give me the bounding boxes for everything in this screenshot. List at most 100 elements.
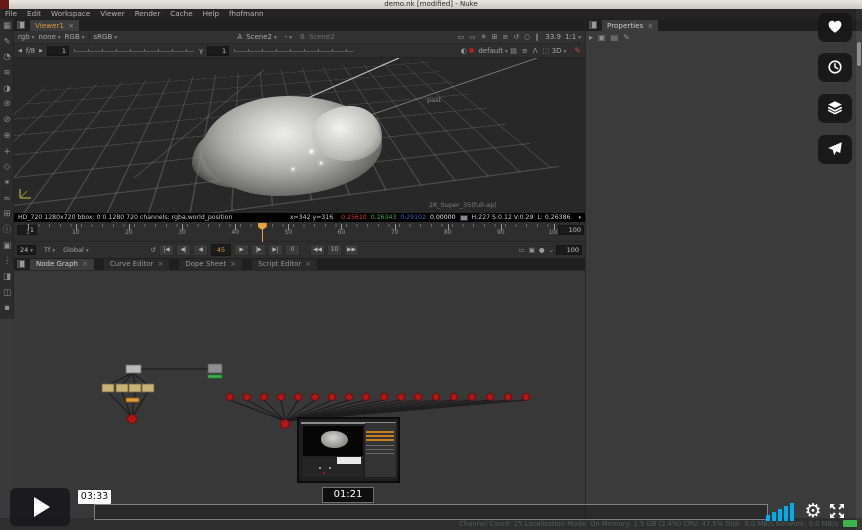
viewer-top-icon-7[interactable]: ‖ — [533, 33, 542, 41]
colorspace-select[interactable]: sRGB — [94, 33, 118, 41]
draw-icon[interactable]: ✎ — [0, 35, 14, 51]
tab-viewer1[interactable]: Viewer1× — [30, 20, 79, 31]
transport-right-icon-1[interactable]: ▣ — [529, 246, 535, 254]
tab-close-icon[interactable]: × — [305, 260, 311, 268]
transport-right-icon-3[interactable]: ⌄ — [549, 246, 554, 254]
panel-menu-icon[interactable] — [17, 21, 25, 29]
gamma-slider[interactable] — [234, 49, 354, 52]
color-icon[interactable]: ◑ — [0, 82, 14, 98]
viewer-gain-icon-0[interactable]: ▤ — [508, 47, 520, 55]
fps-select[interactable]: 24 — [17, 245, 36, 255]
wipe-select[interactable]: - — [285, 33, 292, 41]
menu-help[interactable]: Help — [198, 9, 224, 19]
tab-node-graph[interactable]: Node Graph× — [30, 259, 94, 270]
menu-render[interactable]: Render — [130, 9, 166, 19]
gear-icon[interactable]: ⚙ — [802, 500, 824, 522]
menu-file[interactable]: File — [0, 9, 22, 19]
viewer-gain-icon-1[interactable]: ≡ — [519, 47, 530, 55]
transport-back-0[interactable]: |◀ — [159, 244, 174, 256]
like-button[interactable] — [818, 13, 852, 42]
transport-right-icon-0[interactable]: ▭ — [519, 246, 525, 254]
merge-icon[interactable]: ⊕ — [0, 129, 14, 145]
transform-icon[interactable]: + — [0, 145, 14, 161]
input-a-select[interactable]: Scene2 — [246, 33, 277, 41]
tab-close-icon[interactable]: × — [157, 260, 163, 268]
frame-increment-field[interactable]: 0 — [285, 244, 300, 256]
gain-field[interactable]: 1 — [47, 46, 69, 56]
range-mode-select[interactable]: Global — [63, 246, 89, 254]
tab-close-icon[interactable]: × — [647, 21, 653, 30]
volume-control[interactable] — [766, 502, 798, 521]
page-scrollbar-track[interactable] — [856, 0, 862, 530]
playhead-marker[interactable] — [258, 223, 267, 230]
stereo-icon[interactable]: ◫ — [0, 286, 14, 302]
transport-fwd-0[interactable]: ▶ — [234, 244, 249, 256]
time-icon[interactable]: ◔ — [0, 50, 14, 66]
viewer-top-icon-2[interactable]: ✳ — [478, 33, 489, 41]
skip-back-button[interactable]: ◀◀ — [310, 244, 325, 256]
transport-fwd-2[interactable]: ▶| — [268, 244, 283, 256]
fullscreen-icon[interactable] — [828, 502, 846, 520]
menu-edit[interactable]: Edit — [22, 9, 46, 19]
viewer-top-icon-3[interactable]: ⊞ — [489, 33, 500, 41]
tab-properties[interactable]: Properties× — [602, 20, 658, 31]
viewer-top-icon-6[interactable]: ○ — [522, 33, 533, 41]
viewer-top-icon-1[interactable]: ▭ — [467, 33, 479, 41]
menu-cache[interactable]: Cache — [165, 9, 197, 19]
other-icon[interactable]: ⋮ — [0, 254, 14, 270]
input-b-select[interactable]: Scene2 — [309, 33, 335, 41]
skip-forward-button[interactable]: ▶▶ — [344, 244, 359, 256]
viewer-top-icon-4[interactable]: ≡ — [500, 33, 511, 41]
metadata-icon[interactable]: ⓘ — [0, 223, 14, 239]
transport-right-icon-2[interactable]: ● — [539, 246, 545, 254]
roi-pencil-icon[interactable]: ✎ — [574, 46, 581, 55]
properties-icon-3[interactable]: ✎ — [623, 33, 630, 42]
image-icon[interactable]: ▦ — [0, 19, 14, 35]
transport-fwd-1[interactable]: |▶ — [251, 244, 266, 256]
add-to-collections-button[interactable] — [818, 94, 852, 123]
scale-select[interactable]: 1:1 — [565, 33, 581, 41]
menu-fhofmann[interactable]: fhofmann — [224, 9, 269, 19]
seek-bar[interactable] — [94, 504, 768, 520]
filter-icon[interactable]: ⊛ — [0, 97, 14, 113]
pause-indicator-icon[interactable] — [469, 48, 474, 53]
tf-select[interactable]: Tf — [44, 246, 55, 254]
tab-dope-sheet[interactable]: Dope Sheet× — [179, 259, 242, 270]
transport-back-2[interactable]: ◀ — [193, 244, 208, 256]
menu-viewer[interactable]: Viewer — [95, 9, 129, 19]
tab-script-editor[interactable]: Script Editor× — [252, 259, 317, 270]
next-aperture-icon[interactable]: ▶ — [39, 48, 43, 54]
tab-close-icon[interactable]: × — [230, 260, 236, 268]
properties-icon-1[interactable]: ▣ — [598, 33, 606, 42]
deep-icon[interactable]: ≈ — [0, 192, 14, 208]
panel-menu-icon[interactable] — [17, 260, 25, 268]
viewer-gain-icon-2[interactable]: Λ — [530, 47, 540, 55]
share-button[interactable] — [818, 135, 852, 164]
page-scrollbar-handle[interactable] — [857, 42, 861, 66]
particles-icon[interactable]: ✶ — [0, 176, 14, 192]
prev-aperture-icon[interactable]: ◀ — [18, 48, 22, 54]
gain-slider[interactable] — [74, 49, 194, 52]
current-frame-field[interactable]: 45 — [211, 244, 231, 256]
display-channels-select[interactable]: RGB — [65, 33, 85, 41]
tab-curve-editor[interactable]: Curve Editor× — [104, 259, 169, 270]
gamma-field[interactable]: 1 — [207, 46, 229, 56]
skip-value-field[interactable]: 10 — [327, 244, 342, 256]
frame-ruler[interactable]: 1102030405060708090100 — [28, 224, 554, 240]
views-icon[interactable]: ⊞ — [0, 207, 14, 223]
loop-mode-icon[interactable]: ↺ — [151, 246, 156, 254]
properties-icon-2[interactable]: ▤ — [611, 33, 619, 42]
view-mode-select[interactable]: 3D — [552, 47, 567, 55]
keyer-icon[interactable]: ⊘ — [0, 113, 14, 129]
alpha-select[interactable]: none — [38, 33, 60, 41]
plugins-icon[interactable]: ▪ — [0, 301, 14, 317]
viewer-gain-icon-3[interactable]: ⬚ — [540, 47, 552, 55]
tab-close-icon[interactable]: × — [82, 260, 88, 268]
toolsets-icon[interactable]: ▣ — [0, 239, 14, 255]
range-out-field[interactable]: 100 — [558, 225, 584, 235]
viewer-3d-viewport[interactable]: past 2K_Super_35(full-ap) — [14, 58, 585, 213]
status-caret-icon[interactable]: ▾ — [578, 215, 581, 221]
contrast-icon[interactable]: ◐ — [458, 47, 469, 55]
viewer-process-select[interactable]: default — [478, 47, 507, 55]
tab-close-icon[interactable]: × — [68, 21, 74, 30]
